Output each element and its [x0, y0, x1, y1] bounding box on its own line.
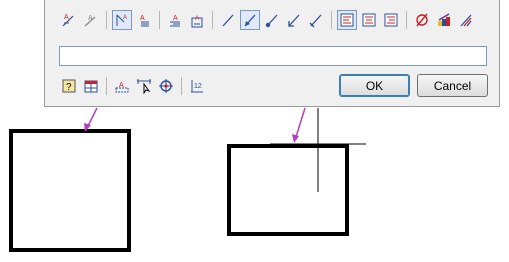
table-icon[interactable]: [81, 76, 101, 96]
text-list-icon[interactable]: A: [165, 10, 185, 30]
align-right-icon[interactable]: [381, 10, 401, 30]
text-add-icon[interactable]: A: [59, 10, 79, 30]
text-align-icon[interactable]: A: [187, 10, 207, 30]
svg-text:A: A: [195, 16, 199, 22]
number-icon[interactable]: 12: [187, 76, 207, 96]
toolbar-separator: [181, 77, 182, 95]
svg-text:?: ?: [66, 82, 72, 93]
rectangle-right: [227, 144, 349, 236]
toolbar-separator: [406, 11, 407, 29]
arrow-closed-icon[interactable]: [240, 10, 260, 30]
svg-text:A: A: [140, 15, 145, 22]
toolbar-separator: [159, 11, 160, 29]
text-editor-dialog: A A A A A A ? A 12 OK Cancel: [44, 0, 500, 107]
help-icon[interactable]: ?: [59, 76, 79, 96]
text-strike-icon[interactable]: A: [81, 10, 101, 30]
toolbar-separator: [212, 11, 213, 29]
line-icon[interactable]: [218, 10, 238, 30]
color-icon[interactable]: [434, 10, 454, 30]
svg-text:12: 12: [194, 83, 202, 90]
leader-arrow-left: [84, 107, 98, 132]
arrow-dot-icon[interactable]: [262, 10, 282, 30]
leader-text-icon[interactable]: A: [112, 10, 132, 30]
align-left-icon[interactable]: [337, 10, 357, 30]
annotation-text-input[interactable]: [59, 46, 487, 66]
rectangle-left: [9, 129, 131, 252]
target-icon[interactable]: [156, 76, 176, 96]
toolbar-separator: [106, 77, 107, 95]
pick-icon[interactable]: [134, 76, 154, 96]
svg-text:A: A: [173, 15, 178, 22]
crosshair-cursor: [270, 108, 366, 192]
toolbar-separator: [331, 11, 332, 29]
leader-arrow-right: [292, 107, 306, 143]
style-icon[interactable]: [456, 10, 476, 30]
options-toolbar: ? A 12: [59, 76, 209, 96]
arrow-open-icon[interactable]: [284, 10, 304, 30]
toolbar-separator: [106, 11, 107, 29]
cancel-button[interactable]: Cancel: [417, 74, 488, 97]
diameter-icon[interactable]: [412, 10, 432, 30]
text-stack-icon[interactable]: A: [134, 10, 154, 30]
arrow-oblique-icon[interactable]: [306, 10, 326, 30]
text-frame-icon[interactable]: A: [112, 76, 132, 96]
svg-text:A: A: [123, 15, 127, 21]
ok-button[interactable]: OK: [339, 74, 410, 97]
formatting-toolbar: A A A A A A: [59, 10, 478, 30]
align-center-icon[interactable]: [359, 10, 379, 30]
